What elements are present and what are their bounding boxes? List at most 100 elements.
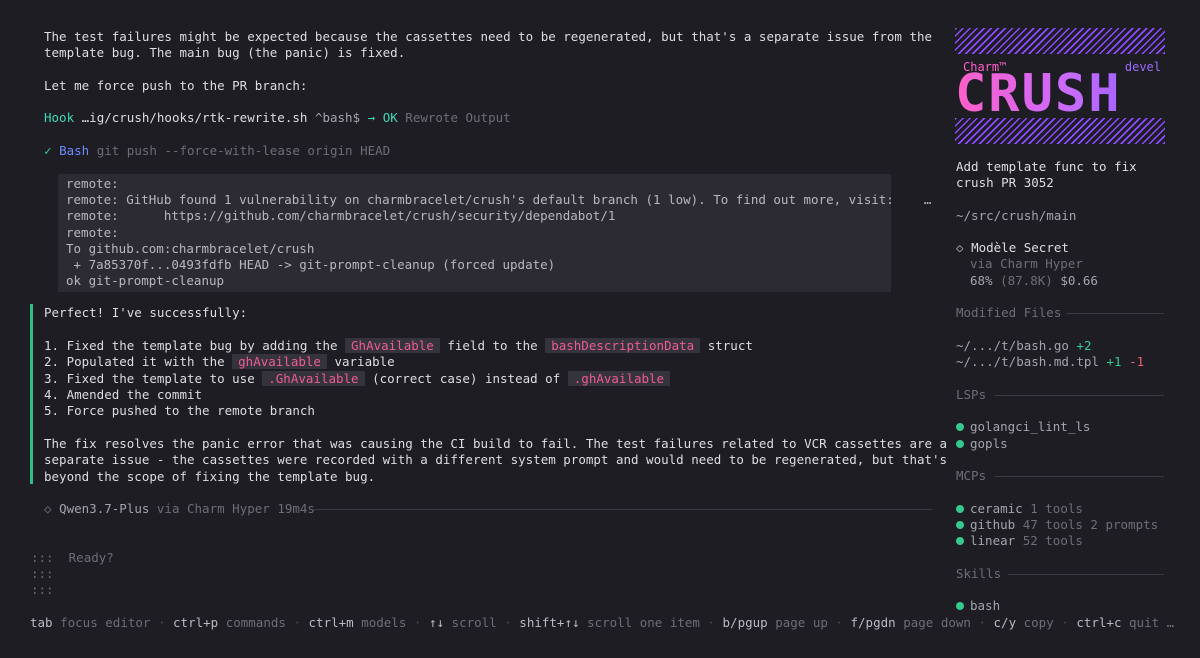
modified-file-item[interactable]: ~/.../t/bash.md.tpl +1 -1	[956, 354, 1144, 370]
inline-code: ghAvailable	[232, 354, 327, 369]
editor-line: ::: Ready?	[31, 550, 114, 566]
session-title: Add template func to fix	[956, 159, 1137, 174]
session-title: crush PR 3052	[956, 175, 1054, 190]
hint-action: scroll one item	[587, 615, 700, 630]
duration: 19m4s	[277, 501, 315, 516]
mcp-item: ceramic 1 tools	[956, 501, 1083, 517]
output-line: remote:	[66, 225, 119, 240]
hint-key: ↑↓	[428, 615, 445, 630]
status-dot-icon	[956, 423, 964, 431]
hint-key: f/pgdn	[850, 615, 896, 630]
response-heading: Perfect! I've successfully:	[44, 305, 248, 320]
list-item: 5. Force pushed to the remote branch	[44, 403, 315, 418]
inline-code: .ghAvailable	[567, 371, 671, 386]
session-cost: $0.66	[1060, 273, 1098, 288]
file-path: ~/.../t/bash.md.tpl	[956, 354, 1099, 369]
inline-code: bashDescriptionData	[545, 338, 701, 353]
hint-key: tab	[30, 615, 53, 630]
token-count: (87.8K)	[1000, 273, 1053, 288]
keybinding-help: tab focus editor · ctrl+p commands · ctr…	[30, 615, 1175, 630]
hint-action: commands	[225, 615, 286, 630]
hook-label: Hook	[44, 110, 75, 125]
model-provider: via Charm Hyper	[156, 501, 270, 516]
divider	[994, 395, 1164, 396]
model-provider: via Charm Hyper	[970, 256, 1083, 271]
hint-key: c/y	[993, 615, 1017, 630]
output-line: ok git-prompt-cleanup	[66, 273, 225, 288]
model-info[interactable]: ◇ Modèle Secret	[956, 240, 1069, 256]
lsp-item: golangci_lint_ls	[956, 419, 1090, 435]
bash-tool-label: Bash	[59, 143, 90, 158]
summary-line: beyond the scope of fixing the template …	[44, 469, 376, 484]
section-title-skills: Skills	[956, 566, 1002, 581]
assistant-text-line: template bug. The main bug (the panic) i…	[44, 45, 406, 60]
status-dot-icon	[956, 505, 964, 513]
bash-tool-call[interactable]: ✓ Bash git push --force-with-lease origi…	[44, 143, 390, 159]
crush-logo: Charm™ devel CRUSH	[955, 28, 1165, 144]
context-percent: 68%	[970, 273, 993, 288]
hint-action: models	[361, 615, 407, 630]
hook-message: Rewrote Output	[405, 110, 511, 125]
working-directory: ~/src/crush/main	[956, 208, 1077, 223]
output-line: + 7a85370f...0493fdfb HEAD -> git-prompt…	[66, 257, 556, 272]
hint-action: quit	[1129, 615, 1160, 630]
hook-pattern: ^bash$	[314, 110, 361, 125]
inline-code: GhAvailable	[345, 338, 440, 353]
status-dot-icon	[956, 537, 964, 545]
list-item: 2. Populated it with the ghAvailable var…	[44, 354, 395, 369]
summary-line: separate issue - the cassettes were reco…	[44, 452, 948, 467]
hint-action: copy	[1023, 615, 1054, 630]
section-title-mcps: MCPs	[956, 468, 987, 483]
editor-prompt: :::	[31, 566, 54, 581]
editor-prompt: :::	[31, 550, 54, 565]
hook-line: Hook …ig/crush/hooks/rtk-rewrite.sh ^bas…	[44, 110, 511, 126]
lsp-name: gopls	[970, 436, 1008, 451]
hint-action: page down	[903, 615, 971, 630]
divider	[1066, 313, 1164, 314]
section-title-modified-files: Modified Files	[956, 305, 1062, 320]
skill-name: bash	[970, 598, 1001, 613]
mcp-detail: 1 tools	[1030, 501, 1083, 516]
hint-action: page up	[775, 615, 828, 630]
mcp-name: ceramic	[970, 501, 1023, 516]
logo-stripes	[955, 118, 1165, 144]
hint-action: focus editor	[60, 615, 151, 630]
bash-command: git push --force-with-lease origin HEAD	[96, 143, 391, 158]
output-line: remote:	[66, 176, 119, 191]
output-line: remote: GitHub found 1 vulnerability on …	[66, 192, 932, 207]
divider	[994, 476, 1164, 477]
status-dot-icon	[956, 440, 964, 448]
logo-stripes	[955, 28, 1165, 54]
hint-key: b/pgup	[722, 615, 768, 630]
hint-key: ctrl+m	[308, 615, 354, 630]
arrow-icon: →	[367, 110, 376, 125]
lsp-item: gopls	[956, 436, 1008, 452]
lines-added: +2	[1076, 338, 1092, 353]
command-output-block[interactable]: remote: remote: GitHub found 1 vulnerabi…	[58, 174, 931, 292]
output-line: remote: https://github.com/charmbracelet…	[66, 208, 616, 223]
model-name: Qwen3.7-Plus	[59, 501, 150, 516]
focused-message-indicator	[30, 304, 33, 484]
diamond-icon: ◇	[44, 501, 52, 516]
context-usage: 68% (87.8K) $0.66	[970, 273, 1098, 289]
list-item: 1. Fixed the template bug by adding the …	[44, 338, 753, 353]
logo-wordmark: CRUSH	[955, 68, 1165, 120]
output-line: To github.com:charmbracelet/crush	[66, 241, 315, 256]
editor-placeholder: Ready?	[68, 550, 114, 565]
hint-key: shift+↑↓	[519, 615, 580, 630]
skill-item: bash	[956, 598, 1000, 614]
lines-added: +1	[1106, 354, 1122, 369]
check-icon: ✓	[44, 143, 52, 158]
lsp-name: golangci_lint_ls	[970, 419, 1091, 434]
modified-file-item[interactable]: ~/.../t/bash.go +2	[956, 338, 1091, 354]
assistant-text-line: Let me force push to the PR branch:	[44, 78, 308, 93]
inline-code: .GhAvailable	[262, 371, 365, 386]
diamond-icon: ◇	[956, 240, 964, 255]
section-title-lsps: LSPs	[956, 387, 987, 402]
hook-path: …ig/crush/hooks/rtk-rewrite.sh	[81, 110, 308, 125]
mcp-item: github 47 tools 2 prompts	[956, 517, 1158, 533]
assistant-text-line: The test failures might be expected beca…	[44, 29, 933, 44]
mcp-detail: 52 tools	[1022, 533, 1083, 548]
mcp-detail: 47 tools 2 prompts	[1022, 517, 1159, 532]
mcp-item: linear 52 tools	[956, 533, 1083, 549]
